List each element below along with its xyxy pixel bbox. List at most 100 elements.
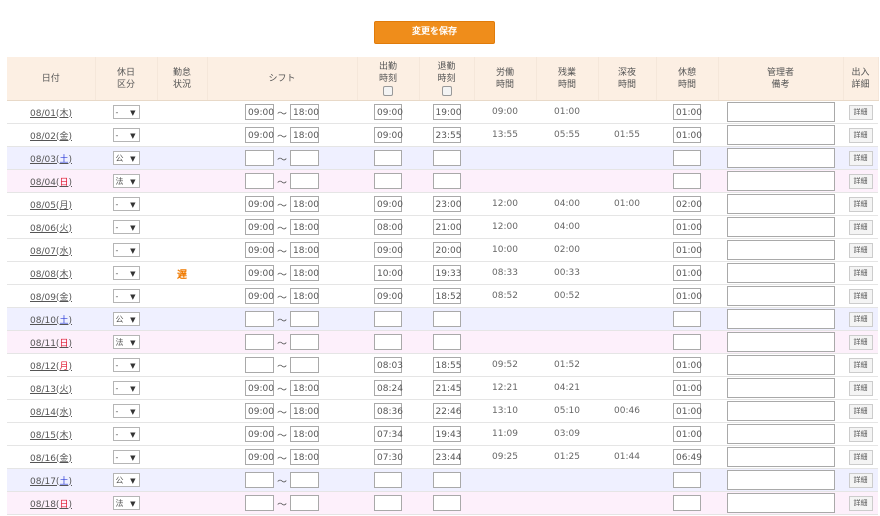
date-link[interactable]: 08/15(木) xyxy=(30,431,72,441)
clock-in-input[interactable]: 07:30 xyxy=(374,449,403,465)
shift-end-input[interactable]: 18:00 xyxy=(290,127,319,143)
detail-button[interactable]: 詳細 xyxy=(848,495,873,511)
break-input[interactable]: 01:00 xyxy=(673,288,702,304)
admin-memo-input[interactable] xyxy=(726,378,835,398)
admin-memo-input[interactable] xyxy=(726,148,835,168)
date-link[interactable]: 08/07(水) xyxy=(30,247,72,257)
detail-button[interactable]: 詳細 xyxy=(848,173,873,189)
clock-out-input[interactable]: 22:46 xyxy=(432,403,461,419)
break-input[interactable]: 01:00 xyxy=(673,403,702,419)
save-changes-button[interactable]: 変更を保存 xyxy=(374,21,495,44)
shift-start-input[interactable]: 09:00 xyxy=(245,426,274,442)
holiday-type-select[interactable]: - ▼ xyxy=(112,450,140,464)
holiday-type-select[interactable]: 公 ▼ xyxy=(112,151,140,165)
clock-in-input[interactable]: 08:03 xyxy=(374,357,403,373)
holiday-type-select[interactable]: - ▼ xyxy=(112,220,140,234)
shift-end-input[interactable]: 18:00 xyxy=(290,196,319,212)
admin-memo-input[interactable] xyxy=(726,217,835,237)
clock-in-input[interactable] xyxy=(374,495,402,511)
shift-start-input[interactable]: 09:00 xyxy=(245,219,274,235)
clock-in-input[interactable]: 09:00 xyxy=(374,196,403,212)
shift-end-input[interactable]: 18:00 xyxy=(290,265,319,281)
shift-end-input[interactable] xyxy=(290,472,319,488)
clock-in-input[interactable]: 08:00 xyxy=(374,219,403,235)
holiday-type-select[interactable]: - ▼ xyxy=(112,427,140,441)
break-input[interactable]: 06:49 xyxy=(673,449,702,465)
shift-start-input[interactable]: 09:00 xyxy=(245,380,274,396)
break-input[interactable] xyxy=(673,495,701,511)
clock-in-input[interactable]: 09:00 xyxy=(374,104,403,120)
holiday-type-select[interactable]: - ▼ xyxy=(112,266,140,280)
detail-button[interactable]: 詳細 xyxy=(848,311,873,327)
clock-out-input[interactable]: 21:45 xyxy=(432,380,461,396)
clock-out-input[interactable] xyxy=(432,472,461,488)
clock-in-input[interactable]: 09:00 xyxy=(374,288,403,304)
clock-in-input[interactable]: 07:34 xyxy=(374,426,403,442)
date-link[interactable]: 08/01(木) xyxy=(30,109,72,119)
holiday-type-select[interactable]: 法 ▼ xyxy=(112,174,140,188)
admin-memo-input[interactable] xyxy=(726,355,835,375)
admin-memo-input[interactable] xyxy=(726,493,835,513)
shift-end-input[interactable]: 18:00 xyxy=(290,403,319,419)
date-link[interactable]: 08/13(火) xyxy=(30,385,72,395)
shift-end-input[interactable] xyxy=(290,495,319,511)
clock-out-input[interactable]: 18:55 xyxy=(432,357,461,373)
date-link[interactable]: 08/04(日) xyxy=(30,178,72,188)
detail-button[interactable]: 詳細 xyxy=(848,357,873,373)
clock-in-input[interactable]: 10:00 xyxy=(374,265,403,281)
shift-end-input[interactable]: 18:00 xyxy=(290,449,319,465)
detail-button[interactable]: 詳細 xyxy=(848,104,873,120)
date-link[interactable]: 08/03(土) xyxy=(30,155,72,165)
shift-start-input[interactable] xyxy=(245,472,274,488)
clock-out-input[interactable] xyxy=(432,311,461,327)
shift-start-input[interactable] xyxy=(245,173,274,189)
admin-memo-input[interactable] xyxy=(726,470,835,490)
shift-end-input[interactable] xyxy=(290,311,319,327)
clock-in-input[interactable] xyxy=(374,334,402,350)
detail-button[interactable]: 詳細 xyxy=(848,196,873,212)
detail-button[interactable]: 詳細 xyxy=(848,219,873,235)
shift-end-input[interactable] xyxy=(290,173,319,189)
detail-button[interactable]: 詳細 xyxy=(848,472,873,488)
shift-start-input[interactable]: 09:00 xyxy=(245,242,274,258)
admin-memo-input[interactable] xyxy=(726,263,835,283)
clock-out-all-checkbox[interactable] xyxy=(441,86,452,96)
admin-memo-input[interactable] xyxy=(726,401,835,421)
clock-in-input[interactable] xyxy=(374,311,402,327)
date-link[interactable]: 08/14(水) xyxy=(30,408,72,418)
detail-button[interactable]: 詳細 xyxy=(848,288,873,304)
detail-button[interactable]: 詳細 xyxy=(848,380,873,396)
shift-start-input[interactable]: 09:00 xyxy=(245,104,274,120)
shift-end-input[interactable] xyxy=(290,357,319,373)
shift-start-input[interactable] xyxy=(245,311,274,327)
shift-end-input[interactable]: 18:00 xyxy=(290,288,319,304)
shift-end-input[interactable]: 18:00 xyxy=(290,380,319,396)
clock-in-all-checkbox[interactable] xyxy=(383,86,393,96)
break-input[interactable]: 01:00 xyxy=(673,380,702,396)
break-input[interactable]: 01:00 xyxy=(673,127,702,143)
break-input[interactable]: 01:00 xyxy=(673,219,702,235)
clock-in-input[interactable]: 08:24 xyxy=(374,380,403,396)
shift-start-input[interactable] xyxy=(245,150,274,166)
clock-out-input[interactable]: 19:00 xyxy=(432,104,461,120)
detail-button[interactable]: 詳細 xyxy=(848,449,873,465)
break-input[interactable]: 01:00 xyxy=(673,357,702,373)
shift-end-input[interactable]: 18:00 xyxy=(290,426,319,442)
detail-button[interactable]: 詳細 xyxy=(848,334,873,350)
break-input[interactable] xyxy=(673,311,701,327)
detail-button[interactable]: 詳細 xyxy=(848,265,873,281)
clock-out-input[interactable]: 23:55 xyxy=(432,127,461,143)
admin-memo-input[interactable] xyxy=(726,125,835,145)
shift-end-input[interactable]: 18:00 xyxy=(290,104,319,120)
shift-start-input[interactable]: 09:00 xyxy=(245,265,274,281)
break-input[interactable]: 02:00 xyxy=(673,196,702,212)
shift-start-input[interactable]: 09:00 xyxy=(245,196,274,212)
holiday-type-select[interactable]: 法 ▼ xyxy=(112,335,140,349)
holiday-type-select[interactable]: - ▼ xyxy=(112,243,140,257)
clock-out-input[interactable] xyxy=(432,495,461,511)
clock-in-input[interactable] xyxy=(374,150,402,166)
clock-out-input[interactable]: 19:43 xyxy=(432,426,461,442)
admin-memo-input[interactable] xyxy=(726,286,835,306)
clock-out-input[interactable]: 23:44 xyxy=(432,449,461,465)
break-input[interactable] xyxy=(673,334,701,350)
